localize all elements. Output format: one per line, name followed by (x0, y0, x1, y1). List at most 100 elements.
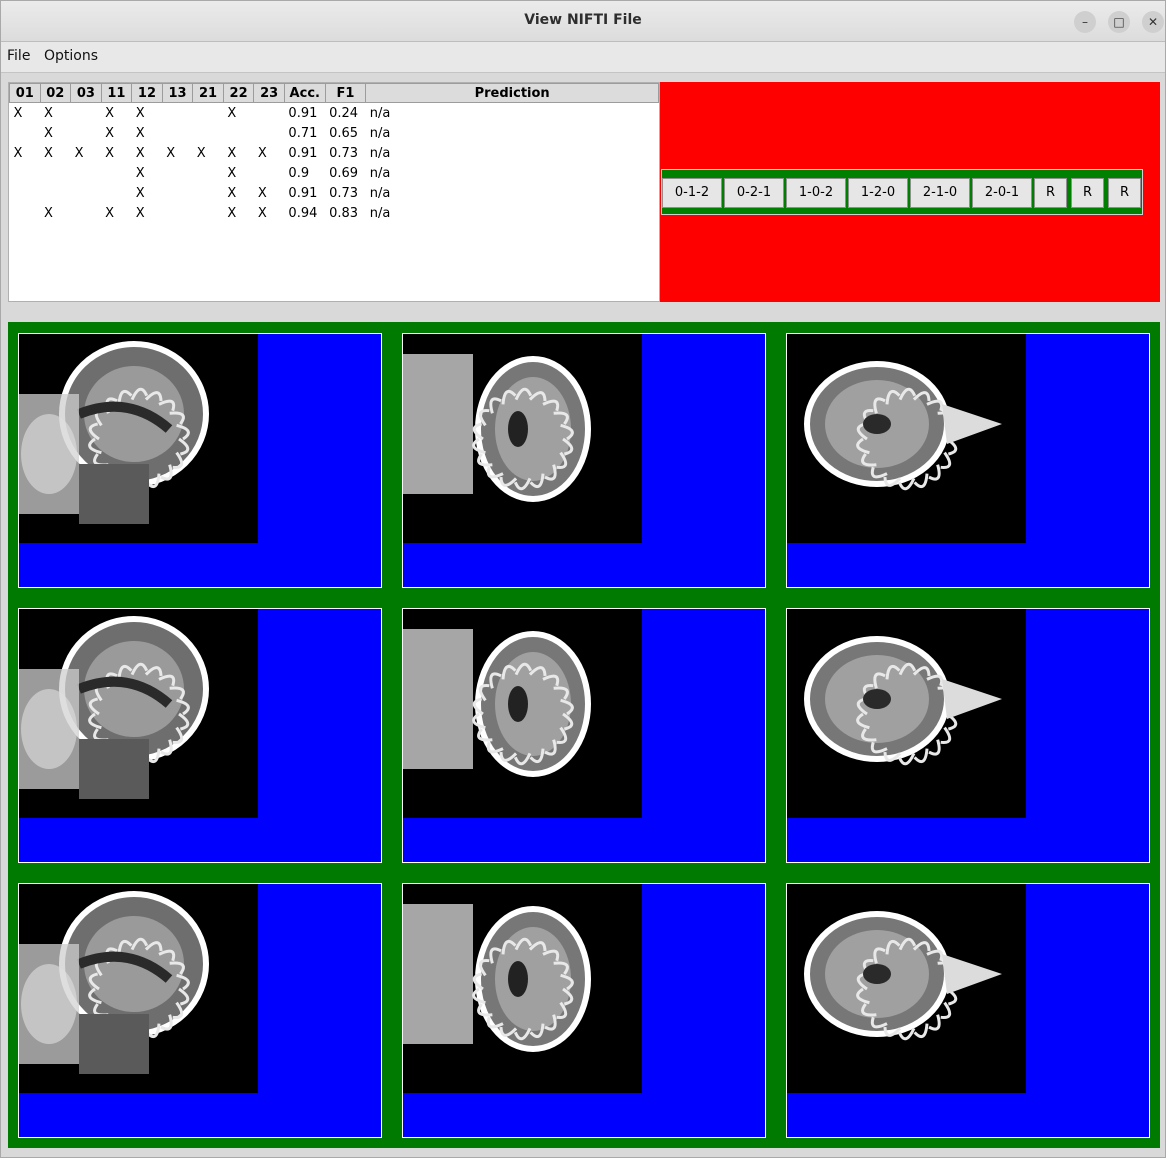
slice-view-coronal-1[interactable] (402, 333, 766, 588)
permutation-button-0-1-2[interactable]: 0-1-2 (662, 178, 722, 208)
column-header-f1[interactable]: F1 (324, 83, 367, 103)
table-cell: X (105, 145, 115, 161)
slice-view-sagittal-1[interactable] (18, 333, 382, 588)
table-cell (162, 163, 193, 183)
table-cell: 0.65 (329, 125, 359, 141)
mri-axial-image (787, 884, 1026, 1093)
permutation-button-0-2-1[interactable]: 0-2-1 (724, 178, 784, 208)
table-cell (10, 183, 41, 203)
column-header-12[interactable]: 12 (131, 83, 163, 103)
permutation-toolbar: 0-1-2 0-2-1 1-0-2 1-2-0 2-1-0 2-0-1 R R R (661, 169, 1143, 215)
table-row[interactable]: X X X X X 0.94 0.83 n/a (10, 203, 659, 223)
table-cell: n/a (369, 105, 391, 121)
column-header-03[interactable]: 03 (70, 83, 102, 103)
table-row[interactable]: X X X X X X X X X 0.91 0.73 n/a (10, 143, 659, 163)
permutation-button-reset-2[interactable]: R (1071, 178, 1104, 208)
table-row[interactable]: X X 0.9 0.69 n/a (10, 163, 659, 183)
mri-sagittal-image (19, 884, 258, 1093)
table-cell (254, 103, 285, 124)
mri-axial-image (787, 334, 1026, 543)
table-cell: X (227, 105, 237, 121)
column-header-13[interactable]: 13 (161, 83, 194, 103)
table-cell: X (44, 205, 53, 221)
table-cell (71, 203, 102, 223)
table-cell: X (227, 185, 237, 201)
table-cell (40, 163, 71, 183)
table-cell (193, 203, 224, 223)
slice-view-coronal-3[interactable] (402, 883, 766, 1138)
table-cell: 0.73 (329, 185, 359, 201)
column-header-23[interactable]: 23 (253, 83, 285, 103)
table-cell: 0.94 (288, 205, 318, 221)
table-cell: X (13, 145, 23, 161)
table-row[interactable]: X X X 0.91 0.73 n/a (10, 183, 659, 203)
mri-coronal-image (403, 884, 642, 1093)
table-cell: X (135, 105, 145, 121)
results-table-body: X X X X X 0.91 0.24 n/a X X X 0.71 0.65 n/a X X X X X X X X X 0… (10, 103, 659, 224)
menu-file[interactable]: File (7, 48, 30, 64)
table-cell: X (44, 125, 53, 141)
slice-view-sagittal-3[interactable] (18, 883, 382, 1138)
slice-view-axial-2[interactable] (786, 608, 1150, 863)
table-cell: X (74, 145, 84, 161)
column-header-22[interactable]: 22 (222, 83, 255, 103)
table-cell: X (257, 205, 267, 221)
column-header-11[interactable]: 11 (100, 83, 133, 103)
table-cell (193, 163, 224, 183)
table-cell (193, 183, 224, 203)
table-cell (254, 163, 285, 183)
slice-view-axial-1[interactable] (786, 333, 1150, 588)
column-header-02[interactable]: 02 (39, 83, 72, 103)
slice-view-coronal-2[interactable] (402, 608, 766, 863)
table-cell (162, 203, 193, 223)
slice-view-axial-3[interactable] (786, 883, 1150, 1138)
menu-options[interactable]: Options (44, 48, 98, 64)
table-cell (162, 123, 193, 143)
table-cell (40, 183, 71, 203)
table-cell: 0.69 (329, 165, 359, 181)
mri-sagittal-image (19, 609, 258, 818)
table-cell: X (227, 205, 237, 221)
slice-view-sagittal-2[interactable] (18, 608, 382, 863)
table-cell (223, 123, 254, 143)
table-row[interactable]: X X X 0.71 0.65 n/a (10, 123, 659, 143)
table-cell: 0.91 (288, 145, 318, 161)
table-cell: X (227, 145, 237, 161)
maximize-button[interactable]: □ (1108, 11, 1130, 33)
table-cell: X (257, 185, 267, 201)
menu-bar: File Options (1, 42, 1165, 73)
permutation-button-2-1-0[interactable]: 2-1-0 (910, 178, 970, 208)
table-cell (193, 123, 224, 143)
table-cell: 0.91 (288, 185, 318, 201)
column-header-01[interactable]: 01 (9, 83, 41, 103)
minimize-button[interactable]: – (1074, 11, 1096, 33)
table-cell: X (166, 145, 176, 161)
table-cell: X (135, 185, 145, 201)
table-cell: X (227, 165, 237, 181)
permutation-button-2-0-1[interactable]: 2-0-1 (972, 178, 1032, 208)
table-cell: n/a (369, 165, 391, 181)
title-bar[interactable]: View NIFTI File – □ ✕ (1, 1, 1165, 42)
table-cell: X (135, 205, 145, 221)
table-cell (71, 183, 102, 203)
permutation-button-reset-3[interactable]: R (1108, 178, 1141, 208)
close-button[interactable]: ✕ (1142, 11, 1164, 33)
column-header-21[interactable]: 21 (192, 83, 224, 103)
table-cell: X (13, 105, 23, 121)
column-header-prediction[interactable]: Prediction (365, 83, 659, 103)
permutation-button-1-2-0[interactable]: 1-2-0 (848, 178, 908, 208)
table-cell: X (44, 145, 53, 161)
table-cell (10, 163, 41, 183)
permutation-button-1-0-2[interactable]: 1-0-2 (786, 178, 846, 208)
table-cell: 0.24 (329, 105, 359, 121)
permutation-button-reset-1[interactable]: R (1034, 178, 1067, 208)
table-cell: 0.83 (329, 205, 359, 221)
column-header-acc[interactable]: Acc. (283, 83, 326, 103)
table-row[interactable]: X X X X X 0.91 0.24 n/a (10, 103, 659, 124)
mri-coronal-image (403, 334, 642, 543)
table-cell: 0.91 (288, 105, 318, 121)
results-table: 01 02 03 11 12 13 21 22 23 Acc. F1 Predi… (9, 83, 659, 223)
table-cell (101, 163, 132, 183)
table-cell: n/a (369, 205, 391, 221)
table-cell (71, 123, 102, 143)
